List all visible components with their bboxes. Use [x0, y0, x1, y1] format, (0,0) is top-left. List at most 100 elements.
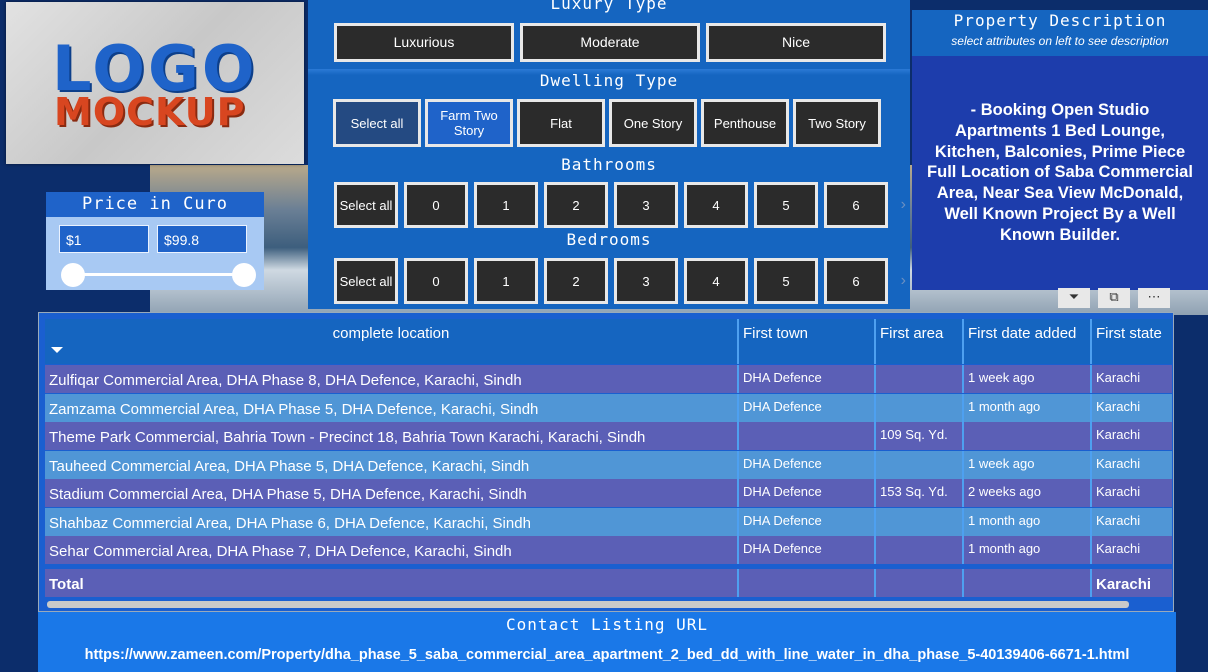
- bedrooms-options: Select all 0 1 2 3 4 5 6: [334, 258, 888, 304]
- bathrooms-option-1[interactable]: 1: [474, 182, 538, 228]
- description-title: Property Description: [953, 11, 1167, 30]
- cell-location: Shahbaz Commercial Area, DHA Phase 6, DH…: [45, 507, 739, 536]
- price-min-input[interactable]: $1: [59, 225, 149, 253]
- cell-state: Karachi: [1092, 536, 1172, 564]
- listing-table: complete location First town First area …: [38, 312, 1174, 612]
- cell-area: [876, 507, 964, 536]
- bathrooms-scroll-right-icon[interactable]: ›: [901, 196, 906, 214]
- contact-title: Contact Listing URL: [505, 615, 709, 634]
- cell-state: Karachi: [1092, 507, 1172, 536]
- cell-date-added: 1 week ago: [964, 365, 1092, 393]
- sort-descending-icon[interactable]: [51, 347, 63, 353]
- dwelling-option-two-story[interactable]: Two Story: [793, 99, 881, 147]
- column-header-area[interactable]: First area: [876, 319, 964, 364]
- logo-line2: MOCKUP: [54, 90, 246, 134]
- property-description-card: Property Description select attributes o…: [912, 10, 1208, 290]
- total-date: [964, 569, 1092, 597]
- cell-date-added: 1 month ago: [964, 507, 1092, 536]
- cell-location: Zamzama Commercial Area, DHA Phase 5, DH…: [45, 393, 739, 422]
- bathrooms-option-6[interactable]: 6: [824, 182, 888, 228]
- bedrooms-option-0[interactable]: 0: [404, 258, 468, 304]
- table-row[interactable]: Sehar Commercial Area, DHA Phase 7, DHA …: [45, 536, 1172, 564]
- table-total-row: Total Karachi: [45, 569, 1172, 597]
- dwelling-option-one-story[interactable]: One Story: [609, 99, 697, 147]
- dwelling-options: Select all Farm Two Story Flat One Story…: [333, 99, 881, 147]
- bedrooms-option-5[interactable]: 5: [754, 258, 818, 304]
- luxury-option-moderate[interactable]: Moderate: [520, 23, 700, 62]
- cell-town: DHA Defence: [739, 393, 876, 422]
- cell-state: Karachi: [1092, 479, 1172, 507]
- bedrooms-option-6[interactable]: 6: [824, 258, 888, 304]
- listing-url-link[interactable]: https://www.zameen.com/Property/dha_phas…: [38, 647, 1176, 663]
- total-town: [739, 569, 876, 597]
- table-row[interactable]: Theme Park Commercial, Bahria Town - Pre…: [45, 422, 1172, 450]
- cell-location: Tauheed Commercial Area, DHA Phase 5, DH…: [45, 450, 739, 479]
- focus-mode-icon[interactable]: ⧉: [1098, 288, 1130, 308]
- bathrooms-options: Select all 0 1 2 3 4 5 6: [334, 182, 888, 228]
- cell-date-added: 2 weeks ago: [964, 479, 1092, 507]
- price-slider-track: [74, 273, 242, 276]
- total-state: Karachi: [1092, 569, 1172, 597]
- column-header-label: complete location: [332, 325, 450, 342]
- bathrooms-option-2[interactable]: 2: [544, 182, 608, 228]
- dwelling-option-penthouse[interactable]: Penthouse: [701, 99, 789, 147]
- dwelling-option-select-all[interactable]: Select all: [333, 99, 421, 147]
- bedrooms-option-3[interactable]: 3: [614, 258, 678, 304]
- bathrooms-option-4[interactable]: 4: [684, 182, 748, 228]
- bathrooms-option-5[interactable]: 5: [754, 182, 818, 228]
- dwelling-option-flat[interactable]: Flat: [517, 99, 605, 147]
- bedrooms-option-select-all[interactable]: Select all: [334, 258, 398, 304]
- dwelling-option-farm-two-story[interactable]: Farm Two Story: [425, 99, 513, 147]
- cell-area: [876, 365, 964, 393]
- luxury-option-luxurious[interactable]: Luxurious: [334, 23, 514, 62]
- cell-date-added: 1 month ago: [964, 536, 1092, 564]
- cell-location: Sehar Commercial Area, DHA Phase 7, DHA …: [45, 536, 739, 564]
- bedrooms-option-4[interactable]: 4: [684, 258, 748, 304]
- price-max-handle[interactable]: [232, 263, 256, 287]
- luxury-title: Luxury Type: [550, 0, 668, 13]
- price-min-handle[interactable]: [61, 263, 85, 287]
- cell-location: Zulfiqar Commercial Area, DHA Phase 8, D…: [45, 365, 739, 393]
- table-row[interactable]: Shahbaz Commercial Area, DHA Phase 6, DH…: [45, 507, 1172, 536]
- visual-toolbar: ⏷ ⧉ ⋯: [1058, 288, 1170, 308]
- bathrooms-option-select-all[interactable]: Select all: [334, 182, 398, 228]
- cell-date-added: [964, 422, 1092, 450]
- cell-town: DHA Defence: [739, 450, 876, 479]
- cell-state: Karachi: [1092, 365, 1172, 393]
- bathrooms-option-0[interactable]: 0: [404, 182, 468, 228]
- bathrooms-option-3[interactable]: 3: [614, 182, 678, 228]
- table-row[interactable]: Tauheed Commercial Area, DHA Phase 5, DH…: [45, 450, 1172, 479]
- cell-state: Karachi: [1092, 450, 1172, 479]
- bedrooms-option-1[interactable]: 1: [474, 258, 538, 304]
- table-header: complete location First town First area …: [45, 319, 1172, 364]
- total-label: Total: [45, 569, 739, 597]
- filter-icon[interactable]: ⏷: [1058, 288, 1090, 308]
- column-header-town[interactable]: First town: [739, 319, 876, 364]
- table-row[interactable]: Zamzama Commercial Area, DHA Phase 5, DH…: [45, 393, 1172, 422]
- cell-state: Karachi: [1092, 393, 1172, 422]
- bathrooms-title: Bathrooms: [561, 155, 657, 174]
- column-header-date-added[interactable]: First date added: [964, 319, 1092, 364]
- cell-town: [739, 422, 876, 450]
- bedrooms-option-2[interactable]: 2: [544, 258, 608, 304]
- column-header-state[interactable]: First state: [1092, 319, 1172, 364]
- horizontal-scrollbar[interactable]: [47, 601, 1129, 608]
- table-row[interactable]: Zulfiqar Commercial Area, DHA Phase 8, D…: [45, 365, 1172, 393]
- cell-town: DHA Defence: [739, 365, 876, 393]
- column-header-location[interactable]: complete location: [45, 319, 739, 364]
- description-header: Property Description select attributes o…: [912, 10, 1208, 56]
- cell-area: [876, 450, 964, 479]
- bedrooms-title: Bedrooms: [566, 230, 652, 249]
- price-max-input[interactable]: $99.8: [157, 225, 247, 253]
- slicer-panel: Luxury Type Luxurious Moderate Nice Dwel…: [308, 0, 910, 309]
- cell-location: Theme Park Commercial, Bahria Town - Pre…: [45, 422, 739, 450]
- bedrooms-scroll-right-icon[interactable]: ›: [901, 272, 906, 290]
- cell-area: 109 Sq. Yd.: [876, 422, 964, 450]
- contact-listing-panel: Contact Listing URL https://www.zameen.c…: [38, 612, 1176, 672]
- luxury-option-nice[interactable]: Nice: [706, 23, 886, 62]
- luxury-options: Luxurious Moderate Nice: [334, 23, 886, 62]
- cell-location: Stadium Commercial Area, DHA Phase 5, DH…: [45, 479, 739, 507]
- cell-town: DHA Defence: [739, 479, 876, 507]
- more-options-icon[interactable]: ⋯: [1138, 288, 1170, 308]
- table-row[interactable]: Stadium Commercial Area, DHA Phase 5, DH…: [45, 479, 1172, 507]
